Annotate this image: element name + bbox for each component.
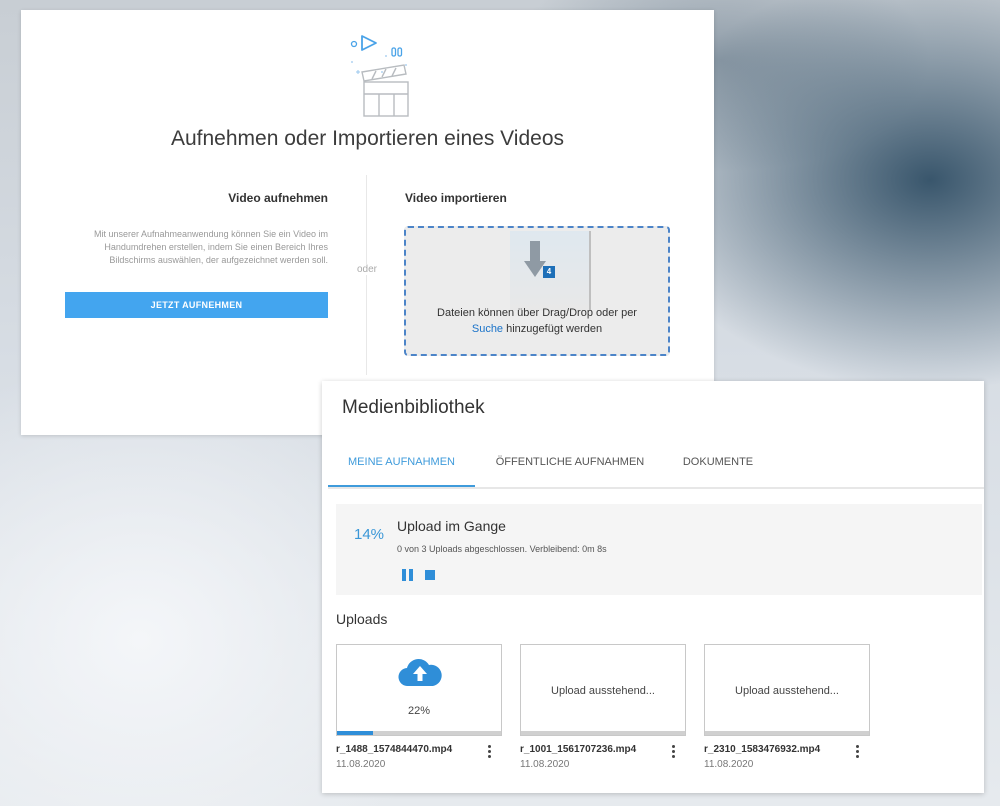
file-count-badge: 4 <box>543 266 555 278</box>
media-library-title: Medienbibliothek <box>342 397 485 418</box>
dropzone-text-line2: hinzugefügt werden <box>506 323 603 335</box>
tab-my-recordings[interactable]: MEINE AUFNAHMEN <box>328 445 475 487</box>
file-dropzone[interactable]: 4 Dateien können über Drag/Drop oder per… <box>404 226 670 356</box>
video-clapperboard-icon <box>350 35 409 117</box>
upload-progress-bar <box>337 731 501 735</box>
upload-tile[interactable]: 22% r_1488_1574844470.mp4 11.08.2020 <box>336 644 502 770</box>
upload-progress-panel: 14% Upload im Gange 0 von 3 Uploads abge… <box>336 504 982 595</box>
section-divider <box>366 175 367 375</box>
upload-progress-fill <box>337 731 374 735</box>
file-date: 11.08.2020 <box>520 759 570 770</box>
tab-public-recordings[interactable]: ÖFFENTLICHE AUFNAHMEN <box>485 445 655 485</box>
page-title: Aufnehmen oder Importieren eines Videos <box>170 127 565 150</box>
more-options-icon[interactable] <box>854 745 862 759</box>
or-label: oder <box>353 264 381 275</box>
import-heading: Video importieren <box>405 191 507 205</box>
record-description: Mit unserer Aufnahmeanwendung können Sie… <box>94 229 328 265</box>
upload-percent: 22% <box>407 705 431 717</box>
browse-link[interactable]: Suche <box>472 323 503 335</box>
file-name: r_2310_1583476932.mp4 <box>704 744 821 755</box>
record-section: Video aufnehmen Mit unserer Aufnahmeanwe… <box>61 191 328 267</box>
upload-status: Upload ausstehend... <box>551 685 655 697</box>
cloud-upload-icon <box>398 659 442 687</box>
upload-tile[interactable]: Upload ausstehend... r_2310_1583476932.m… <box>704 644 870 770</box>
record-now-button[interactable]: JETZT AUFNEHMEN <box>65 292 328 318</box>
record-import-card: Aufnehmen oder Importieren eines Videos … <box>21 10 714 435</box>
upload-progress-percent: 14% <box>354 526 385 543</box>
file-date: 11.08.2020 <box>336 759 386 770</box>
stop-icon[interactable] <box>425 570 435 580</box>
file-name: r_1001_1561707236.mp4 <box>520 744 637 755</box>
dragged-file-preview: 4 <box>510 231 591 311</box>
pause-icon[interactable] <box>402 569 413 581</box>
upload-status: Upload ausstehend... <box>735 685 839 697</box>
media-library-card: Medienbibliothek MEINE AUFNAHMEN ÖFFENTL… <box>322 381 984 793</box>
upload-thumbnail[interactable]: Upload ausstehend... <box>704 644 870 736</box>
more-options-icon[interactable] <box>670 745 678 759</box>
uploads-heading: Uploads <box>336 611 388 627</box>
tab-documents[interactable]: DOKUMENTE <box>673 445 763 485</box>
upload-progress-title: Upload im Gange <box>397 518 506 534</box>
upload-progress-bar <box>521 731 685 735</box>
dropzone-text: Dateien können über Drag/Drop oder per S… <box>406 305 668 337</box>
upload-thumbnail[interactable]: 22% <box>336 644 502 736</box>
more-options-icon[interactable] <box>486 745 494 759</box>
file-name: r_1488_1574844470.mp4 <box>336 744 453 755</box>
file-date: 11.08.2020 <box>704 759 754 770</box>
media-tabs: MEINE AUFNAHMEN ÖFFENTLICHE AUFNAHMEN DO… <box>328 445 984 489</box>
upload-thumbnail[interactable]: Upload ausstehend... <box>520 644 686 736</box>
record-heading: Video aufnehmen <box>228 191 328 205</box>
dropzone-text-line1: Dateien können über Drag/Drop oder per <box>437 307 637 319</box>
upload-progress-bar <box>705 731 869 735</box>
upload-tile[interactable]: Upload ausstehend... r_1001_1561707236.m… <box>520 644 686 770</box>
upload-progress-status: 0 von 3 Uploads abgeschlossen. Verbleibe… <box>397 544 607 554</box>
